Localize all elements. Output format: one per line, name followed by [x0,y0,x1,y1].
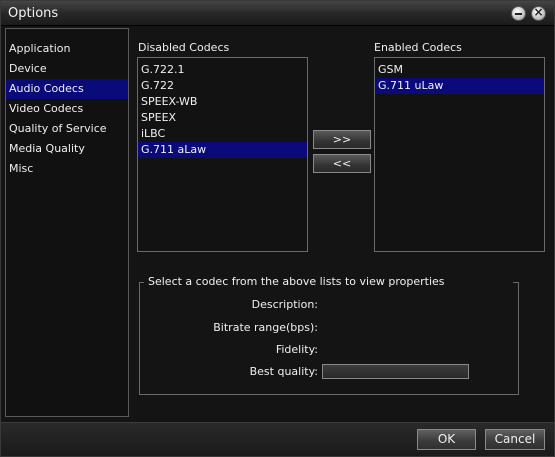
close-button[interactable]: × [531,5,546,21]
codec-item-g7221[interactable]: G.722.1 [138,62,307,78]
nav-item-application[interactable]: Application [6,39,128,59]
dialog-footer: OK Cancel [1,422,554,456]
nav-item-misc[interactable]: Misc [6,159,128,179]
nav-item-quality-of-service[interactable]: Quality of Service [6,119,128,139]
properties-frame-top-left [139,282,144,283]
description-label: Description: [251,298,318,311]
nav-item-device[interactable]: Device [6,59,128,79]
best-quality-bar [322,364,469,379]
codec-item-speex[interactable]: SPEEX [138,110,307,126]
disable-codec-button[interactable]: << [313,154,371,173]
properties-title: Select a codec from the above lists to v… [146,275,447,288]
disabled-codecs-list[interactable]: G.722.1 G.722 SPEEX-WB SPEEX iLBC G.711 … [137,57,308,252]
enabled-codecs-list[interactable]: GSM G.711 uLaw [374,57,545,252]
codec-item-g722[interactable]: G.722 [138,78,307,94]
properties-frame-right [518,282,519,395]
nav-item-video-codecs[interactable]: Video Codecs [6,99,128,119]
window-title: Options [8,6,59,21]
disabled-codecs-label: Disabled Codecs [138,41,230,54]
options-window: Options × Application Device Audio Codec… [0,0,555,457]
title-bar: Options × [1,1,554,26]
codec-item-g711-alaw[interactable]: G.711 aLaw [138,142,307,158]
fidelity-label: Fidelity: [275,343,318,356]
nav-item-audio-codecs[interactable]: Audio Codecs [6,79,128,99]
enable-codec-button[interactable]: >> [313,130,371,149]
bitrate-range-label: Bitrate range(bps): [213,321,318,334]
minimize-button[interactable] [511,6,526,21]
nav-list: Application Device Audio Codecs Video Co… [6,39,128,179]
codec-item-speex-wb[interactable]: SPEEX-WB [138,94,307,110]
options-nav: Application Device Audio Codecs Video Co… [5,28,129,417]
best-quality-label: Best quality: [249,365,318,378]
content-area: Application Device Audio Codecs Video Co… [1,27,554,422]
cancel-button[interactable]: Cancel [485,429,545,450]
minimize-icon [515,13,522,15]
enabled-codecs-label: Enabled Codecs [374,41,462,54]
ok-button[interactable]: OK [417,429,476,450]
codec-item-gsm[interactable]: GSM [375,62,544,78]
nav-item-media-quality[interactable]: Media Quality [6,139,128,159]
close-icon: × [533,5,544,19]
codec-item-ilbc[interactable]: iLBC [138,126,307,142]
codec-item-g711-ulaw[interactable]: G.711 uLaw [375,78,544,94]
